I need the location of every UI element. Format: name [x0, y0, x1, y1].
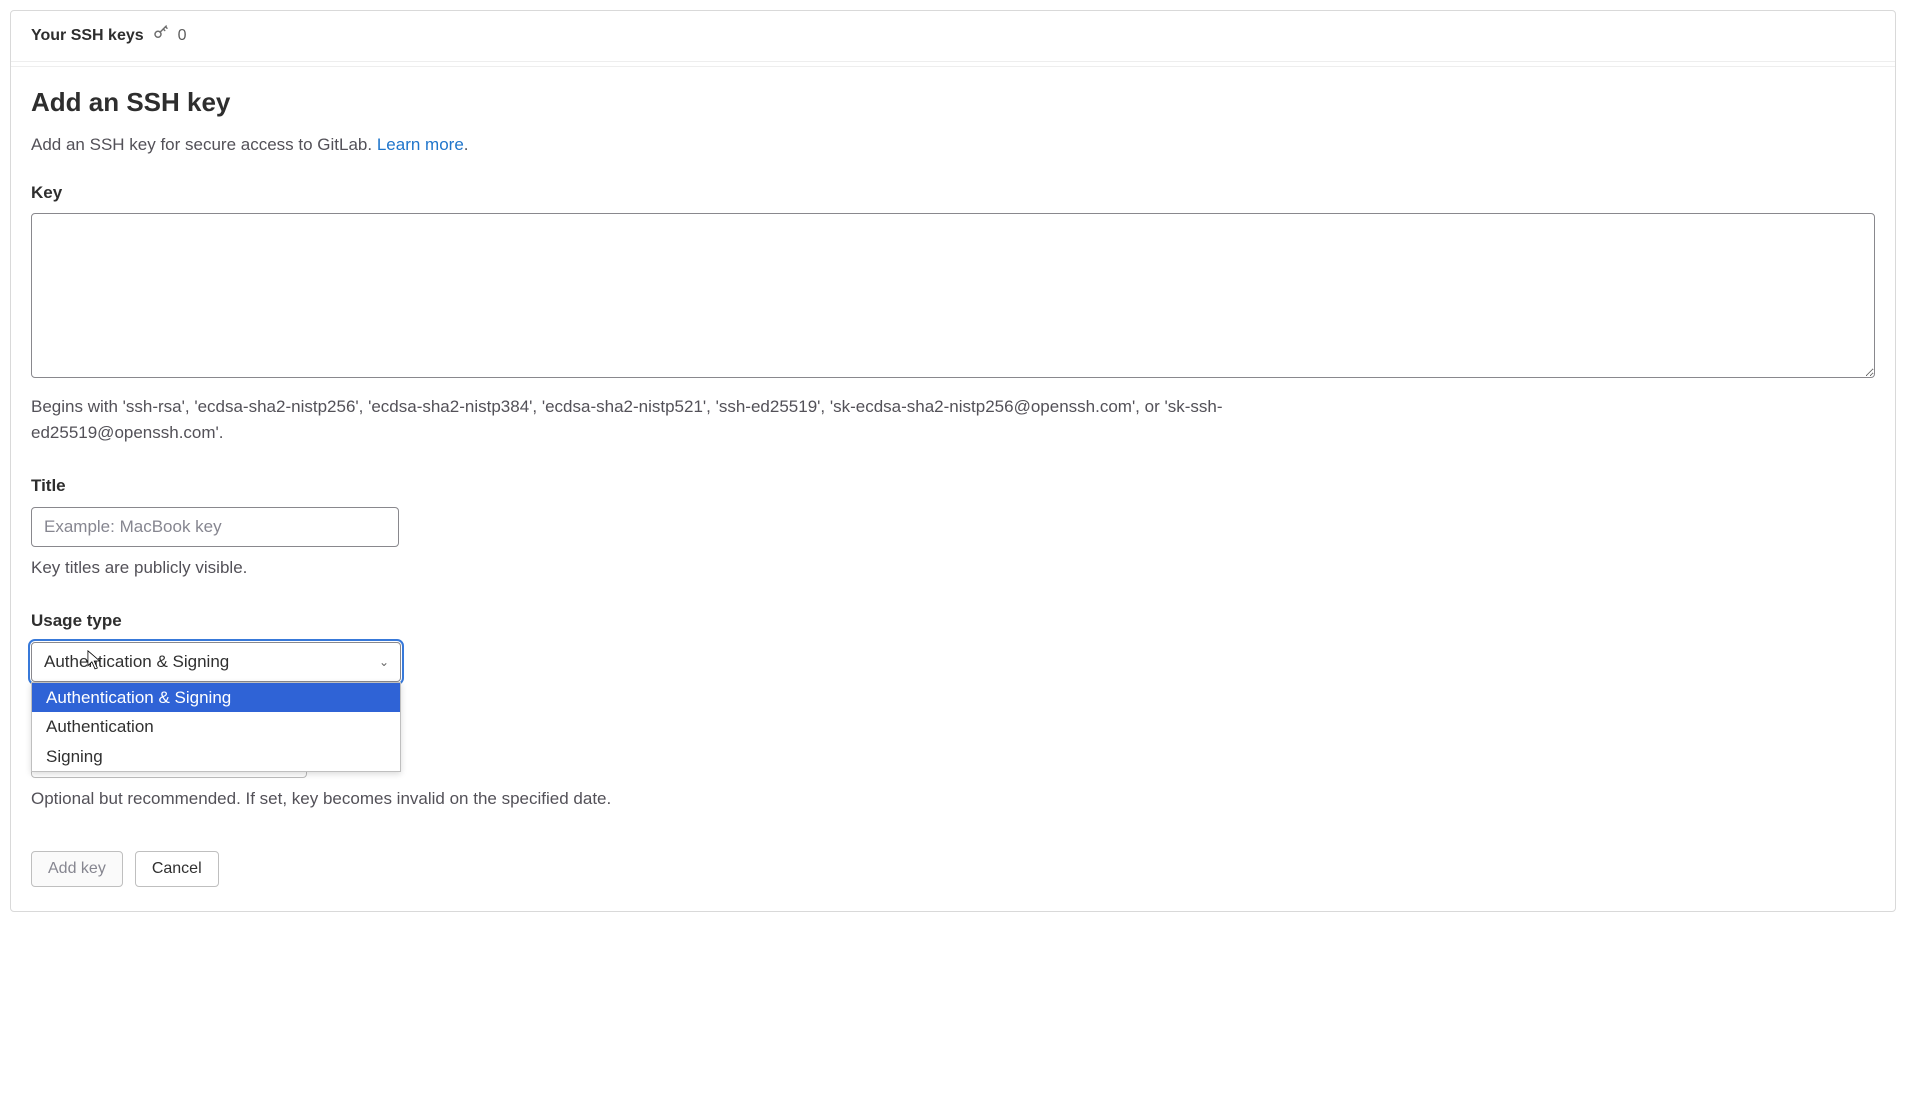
usage-type-selected-value: Authentication & Signing [44, 649, 229, 675]
key-textarea[interactable] [31, 213, 1875, 378]
add-ssh-key-card: Add an SSH key Add an SSH key for secure… [11, 66, 1895, 911]
section-description: Add an SSH key for secure access to GitL… [31, 132, 1875, 158]
add-key-button[interactable]: Add key [31, 851, 123, 887]
form-buttons: Add key Cancel [31, 851, 1875, 887]
title-help-text: Key titles are publicly visible. [31, 555, 1331, 581]
title-label: Title [31, 473, 1875, 499]
key-label: Key [31, 180, 1875, 206]
key-icon [152, 23, 170, 49]
usage-option-signing[interactable]: Signing [32, 742, 400, 772]
cancel-button[interactable]: Cancel [135, 851, 219, 887]
usage-option-auth-signing[interactable]: Authentication & Signing [32, 683, 400, 713]
panel-title: Your SSH keys [31, 24, 144, 48]
usage-type-select[interactable]: Authentication & Signing [31, 642, 401, 682]
title-input[interactable] [31, 507, 399, 547]
usage-type-select-wrap: Authentication & Signing ⌄ Authenticatio… [31, 642, 401, 682]
panel-header: Your SSH keys 0 [11, 11, 1895, 62]
section-heading: Add an SSH key [31, 83, 1875, 122]
keys-count: 0 [178, 24, 187, 48]
usage-option-authentication[interactable]: Authentication [32, 712, 400, 742]
learn-more-link[interactable]: Learn more [377, 135, 464, 154]
description-suffix: . [464, 135, 469, 154]
key-help-text: Begins with 'ssh-rsa', 'ecdsa-sha2-nistp… [31, 394, 1331, 445]
description-text: Add an SSH key for secure access to GitL… [31, 135, 377, 154]
usage-type-label: Usage type [31, 608, 1875, 634]
ssh-keys-panel: Your SSH keys 0 Add an SSH key Add an SS… [10, 10, 1896, 912]
usage-type-dropdown: Authentication & Signing Authentication … [31, 682, 401, 773]
expiration-help-text: Optional but recommended. If set, key be… [31, 786, 1331, 812]
